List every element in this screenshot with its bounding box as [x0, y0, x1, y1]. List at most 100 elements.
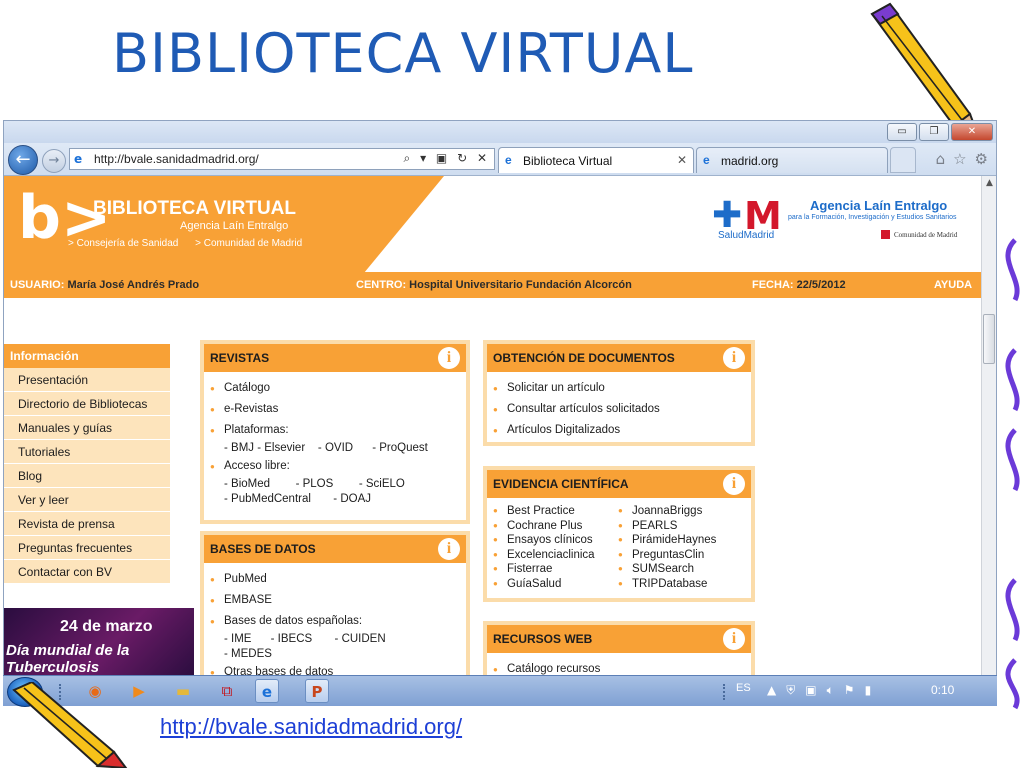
- usuario-label: USUARIO:: [10, 279, 65, 291]
- new-tab-button[interactable]: [890, 147, 916, 173]
- address-bar[interactable]: e http://bvale.sanidadmadrid.org/ ⌕ ▾ ▣ …: [69, 148, 495, 170]
- list-item[interactable]: Catálogo: [210, 378, 458, 399]
- side-menu: Información Presentación Directorio de B…: [4, 344, 170, 584]
- fecha-info: FECHA: 22/5/2012: [752, 279, 846, 291]
- list-item[interactable]: PEARLS: [618, 519, 743, 534]
- agencia-title[interactable]: Agencia Laín Entralgo: [810, 198, 947, 213]
- window-titlebar: ▭ ❐ ✕: [4, 121, 996, 143]
- tuberculosis-banner[interactable]: 24 de marzo Día mundial de la Tuberculos…: [4, 608, 194, 678]
- menu-item-blog[interactable]: Blog: [4, 464, 170, 488]
- acceso-libre-links[interactable]: - PubMedCentral - DOAJ: [210, 492, 458, 507]
- menu-heading: Información: [4, 344, 170, 368]
- list-item[interactable]: Fisterrae: [493, 562, 618, 577]
- user-bar: USUARIO: María José Andrés Prado CENTRO:…: [4, 272, 981, 298]
- menu-item-presentacion[interactable]: Presentación: [4, 368, 170, 392]
- info-icon[interactable]: i: [723, 347, 745, 369]
- user-info: USUARIO: María José Andrés Prado: [10, 279, 199, 291]
- list-item[interactable]: e-Revistas: [210, 399, 458, 420]
- address-text[interactable]: http://bvale.sanidadmadrid.org/: [94, 152, 259, 166]
- powerpoint-icon[interactable]: P: [305, 679, 329, 703]
- bases-espanolas-links[interactable]: - MEDES: [210, 647, 458, 662]
- evidencia-box: EVIDENCIA CIENTÍFICA i Best Practice Coc…: [483, 466, 755, 602]
- menu-item-revista-prensa[interactable]: Revista de prensa: [4, 512, 170, 536]
- internet-explorer-icon[interactable]: e: [255, 679, 279, 703]
- list-item[interactable]: Excelenciaclinica: [493, 548, 618, 563]
- ayuda-link[interactable]: AYUDA: [934, 279, 972, 291]
- browser-navbar: ← → e http://bvale.sanidadmadrid.org/ ⌕ …: [4, 143, 996, 176]
- list-item[interactable]: Artículos Digitalizados: [493, 420, 743, 441]
- forward-button[interactable]: →: [42, 149, 66, 173]
- home-icon[interactable]: ⌂: [936, 150, 946, 168]
- menu-item-contactar[interactable]: Contactar con BV: [4, 560, 170, 584]
- minimize-button[interactable]: ▭: [887, 123, 917, 141]
- list-item[interactable]: PirámideHaynes: [618, 533, 743, 548]
- menu-item-preguntas[interactable]: Preguntas frecuentes: [4, 536, 170, 560]
- info-icon[interactable]: i: [438, 538, 460, 560]
- list-item[interactable]: GuíaSalud: [493, 577, 618, 592]
- flag-icon[interactable]: ⚑: [844, 683, 855, 698]
- tab-biblioteca-virtual[interactable]: e Biblioteca Virtual ✕: [498, 147, 694, 173]
- acceso-libre-links[interactable]: - BioMed - PLOS - SciELO: [210, 477, 458, 492]
- link-consejeria[interactable]: > Consejería de Sanidad: [68, 238, 178, 249]
- banner-date: 24 de marzo: [60, 618, 153, 635]
- list-item[interactable]: Cochrane Plus: [493, 519, 618, 534]
- list-item[interactable]: TRIPDatabase: [618, 577, 743, 592]
- info-icon[interactable]: i: [723, 628, 745, 650]
- logo-title: BIBLIOTECA VIRTUAL: [93, 198, 297, 219]
- site-url-link[interactable]: http://bvale.sanidadmadrid.org/: [160, 714, 462, 740]
- list-item[interactable]: JoannaBriggs: [618, 504, 743, 519]
- language-indicator[interactable]: ES: [736, 682, 751, 694]
- link-comunidad[interactable]: > Comunidad de Madrid: [195, 238, 302, 249]
- list-item[interactable]: Best Practice: [493, 504, 618, 519]
- device-icon[interactable]: ▣: [805, 683, 816, 698]
- network-icon[interactable]: ▮: [865, 683, 872, 698]
- pdf-icon[interactable]: ⧉: [215, 679, 239, 703]
- evidencia-title: EVIDENCIA CIENTÍFICA: [493, 477, 629, 491]
- logo-links: > Consejería de Sanidad > Comunidad de M…: [68, 238, 316, 249]
- address-tools[interactable]: ⌕ ▾ ▣ ↻ ✕: [404, 151, 490, 166]
- list-item: Bases de datos españolas:: [210, 611, 458, 632]
- maximize-button[interactable]: ❐: [919, 123, 949, 141]
- scroll-thumb[interactable]: [983, 314, 995, 364]
- centro-info: CENTRO: Hospital Universitario Fundación…: [356, 279, 632, 291]
- star-icon[interactable]: ☆: [953, 150, 966, 168]
- taskbar: ❖ ◉ ▶ ▬ ⧉ e P ES ▲ ⛨ ▣ 🔈︎ ⚑ ▮ 0:10: [3, 675, 997, 707]
- list-item[interactable]: Solicitar un artículo: [493, 378, 743, 399]
- scroll-up-icon[interactable]: ▲: [982, 176, 996, 191]
- close-window-button[interactable]: ✕: [951, 123, 993, 141]
- pencil-icon: [870, 2, 978, 132]
- site-header: b> BIBLIOTECA VIRTUAL Agencia Laín Entra…: [4, 176, 981, 272]
- menu-item-manuales[interactable]: Manuales y guías: [4, 416, 170, 440]
- tab-label: Biblioteca Virtual: [523, 154, 613, 168]
- volume-icon[interactable]: 🔈︎: [827, 683, 834, 698]
- plataformas-links[interactable]: - BMJ - Elsevier - OVID - ProQuest: [210, 441, 458, 456]
- ie-tab-icon: e: [703, 153, 710, 167]
- show-hidden-icons-icon[interactable]: ▲: [767, 683, 776, 698]
- tab-madrid-org[interactable]: e madrid.org: [696, 147, 888, 173]
- gear-icon[interactable]: ⚙: [975, 150, 988, 168]
- menu-item-tutoriales[interactable]: Tutoriales: [4, 440, 170, 464]
- media-player-icon[interactable]: ▶: [127, 679, 151, 703]
- centro-label: CENTRO:: [356, 279, 407, 291]
- bases-title: BASES DE DATOS: [210, 542, 316, 556]
- list-item[interactable]: Consultar artículos solicitados: [493, 399, 743, 420]
- bases-espanolas-links[interactable]: - IME - IBECS - CUIDEN: [210, 632, 458, 647]
- list-item[interactable]: Ensayos clínicos: [493, 533, 618, 548]
- list-item[interactable]: PubMed: [210, 569, 458, 590]
- info-icon[interactable]: i: [723, 473, 745, 495]
- recursos-title: RECURSOS WEB: [493, 632, 593, 646]
- back-button[interactable]: ←: [8, 145, 38, 175]
- folder-icon[interactable]: ▬: [171, 679, 195, 703]
- menu-item-ver-y-leer[interactable]: Ver y leer: [4, 488, 170, 512]
- security-icon[interactable]: ⛨: [786, 683, 795, 698]
- clock[interactable]: 0:10: [931, 683, 954, 697]
- close-tab-icon[interactable]: ✕: [677, 153, 687, 167]
- vertical-scrollbar[interactable]: ▲ ▼: [981, 176, 996, 703]
- menu-item-directorio[interactable]: Directorio de Bibliotecas: [4, 392, 170, 416]
- info-icon[interactable]: i: [438, 347, 460, 369]
- list-item[interactable]: SUMSearch: [618, 562, 743, 577]
- list-item[interactable]: PreguntasClin: [618, 548, 743, 563]
- list-item[interactable]: EMBASE: [210, 590, 458, 611]
- taskbar-grip[interactable]: [723, 684, 729, 700]
- revistas-title: REVISTAS: [210, 351, 270, 365]
